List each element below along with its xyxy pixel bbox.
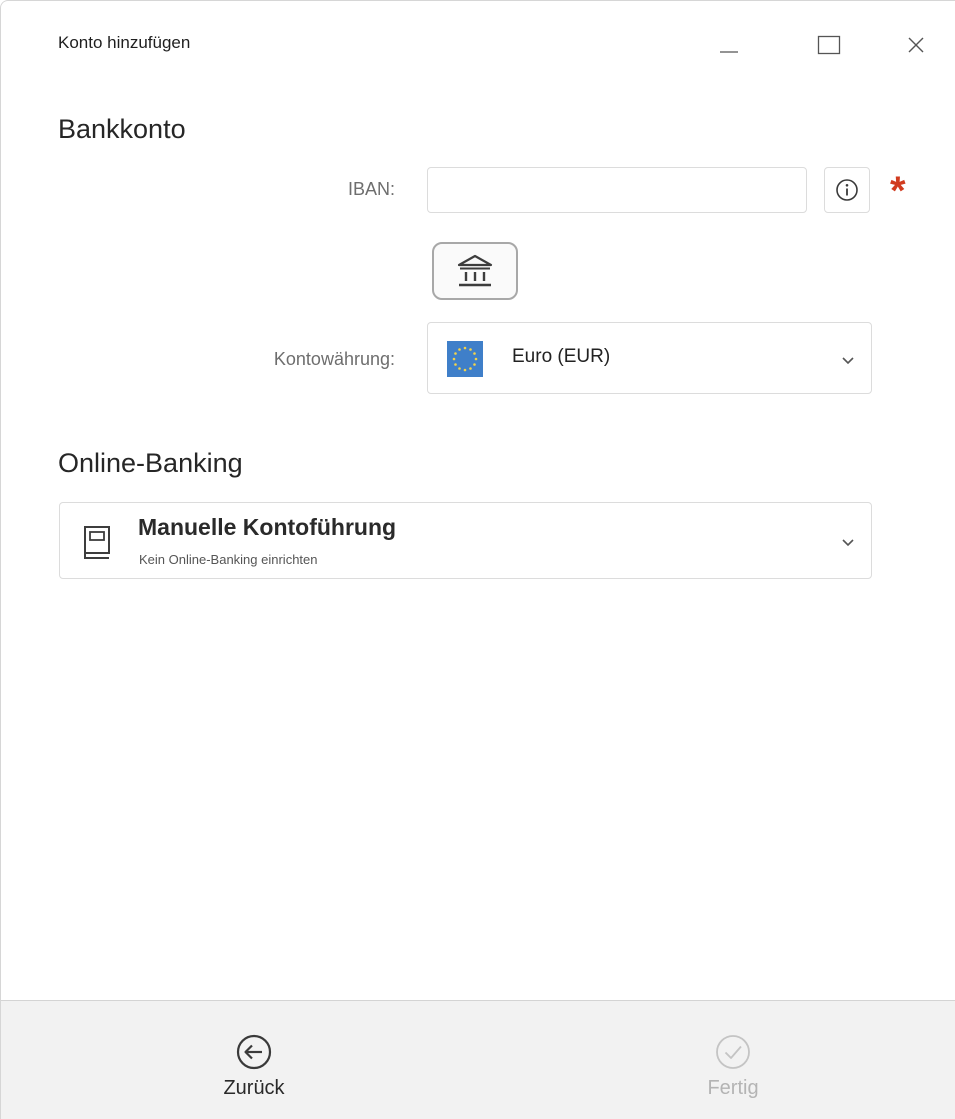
iban-label: IBAN:: [347, 179, 395, 199]
maximize-button[interactable]: [809, 23, 849, 67]
online-banking-mode-select[interactable]: Manuelle Kontoführung Kein Online-Bankin…: [59, 502, 872, 579]
bank-lookup-button[interactable]: [432, 242, 518, 300]
minimize-icon: [720, 51, 738, 53]
bank-account-heading: Bankkonto: [58, 114, 186, 144]
dialog-footer: Zurück Fertig: [1, 1000, 955, 1119]
back-button[interactable]: Zurück: [174, 1001, 334, 1119]
close-icon: [908, 37, 924, 53]
book-icon: [84, 526, 110, 559]
close-button[interactable]: [896, 23, 936, 67]
info-icon: [836, 179, 858, 201]
minimize-button[interactable]: [709, 23, 749, 67]
eu-flag-icon: [447, 341, 483, 377]
chevron-down-icon: [842, 357, 854, 365]
back-label: Zurück: [223, 1077, 285, 1099]
check-circle-icon: [716, 1035, 750, 1069]
title-bar: Konto hinzufügen: [1, 1, 955, 89]
currency-label: Kontowährung:: [273, 349, 395, 369]
bank-icon: [457, 254, 493, 287]
arrow-left-circle-icon: [236, 1034, 272, 1070]
currency-select[interactable]: Euro (EUR): [427, 322, 872, 394]
iban-input[interactable]: [427, 167, 807, 213]
maximize-icon: [817, 35, 841, 55]
currency-value: Euro (EUR): [512, 346, 611, 367]
chevron-down-icon: [842, 539, 854, 547]
online-banking-mode-title: Manuelle Kontoführung: [138, 514, 397, 540]
add-account-dialog: Konto hinzufügen Bankkonto IBAN: * Konto…: [0, 0, 955, 1119]
done-button[interactable]: Fertig: [653, 1001, 813, 1119]
online-banking-heading: Online-Banking: [58, 448, 243, 478]
done-label: Fertig: [707, 1077, 759, 1099]
required-asterisk: *: [890, 169, 906, 213]
window-title: Konto hinzufügen: [58, 33, 191, 52]
online-banking-mode-subtitle: Kein Online-Banking einrichten: [139, 552, 318, 567]
iban-info-button[interactable]: [824, 167, 870, 213]
